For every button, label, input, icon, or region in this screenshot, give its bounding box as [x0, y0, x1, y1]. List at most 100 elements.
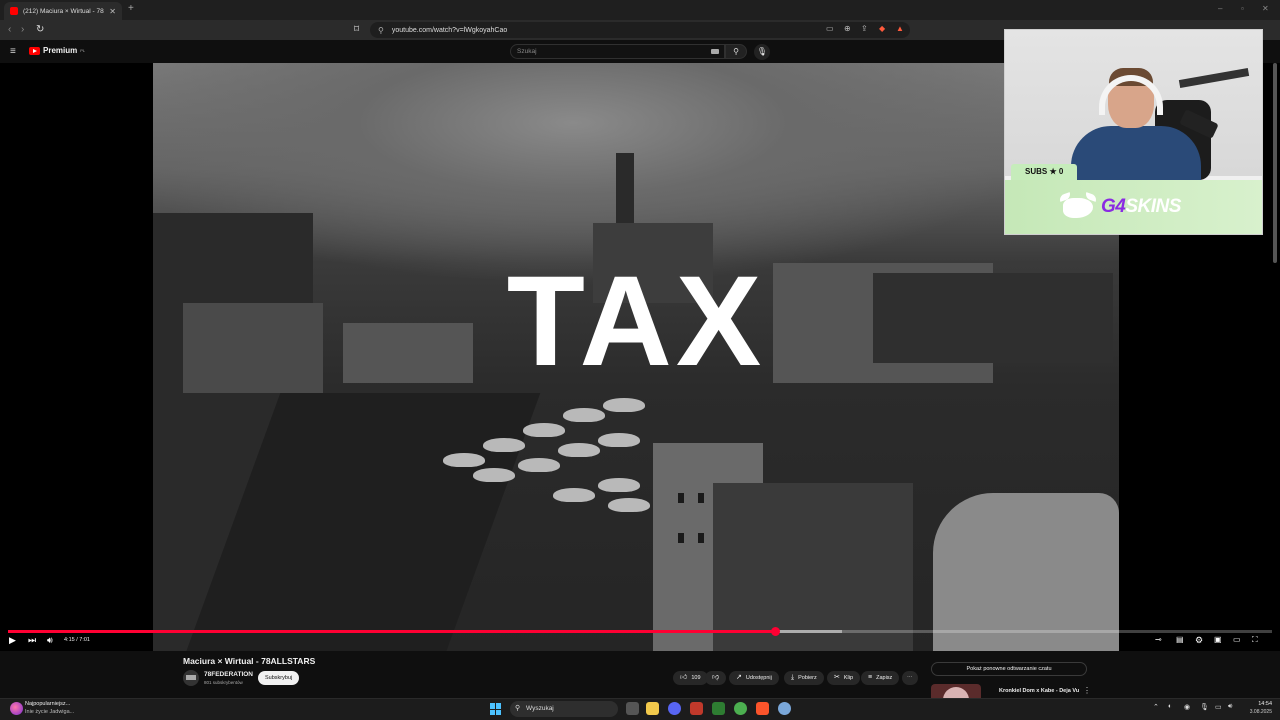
dislike-button[interactable]: 👎︎ — [705, 671, 727, 685]
menu-icon[interactable]: ≡ — [10, 46, 16, 57]
taskbar-search[interactable]: ⚲ Wyszukaj — [510, 701, 618, 717]
fullscreen-icon[interactable]: ⛶ — [1252, 635, 1258, 645]
search-icon: ⚲ — [733, 47, 739, 56]
stream-overlay: SUBS ★ 0 G4SKINS — [1004, 29, 1263, 235]
download-button[interactable]: ⤓ Pobierz — [784, 671, 824, 685]
new-tab-icon[interactable]: + — [128, 3, 134, 14]
share-label: Udostępnij — [745, 675, 772, 681]
forward-icon[interactable]: › — [21, 24, 24, 35]
page-scrollbar[interactable] — [1273, 63, 1277, 263]
keyboard-icon[interactable] — [711, 49, 719, 54]
more-actions-button[interactable]: ⋯ — [902, 671, 918, 685]
search-button[interactable]: ⚲ — [725, 44, 747, 59]
widget-headline[interactable]: Najpopularniejsz... — [25, 701, 70, 707]
brave-browser-icon[interactable] — [756, 702, 769, 715]
app-icon[interactable] — [734, 702, 747, 715]
next-icon[interactable]: ⏭ — [28, 635, 36, 646]
clip-label: Klip — [843, 675, 854, 681]
miniplayer-icon[interactable]: ▣ — [1214, 635, 1222, 644]
share-button[interactable]: ↗ Udostępnij — [729, 671, 779, 685]
zoom-icon[interactable]: ⊕ — [844, 24, 851, 33]
like-count: 109 — [691, 675, 701, 681]
tray-app-icon[interactable]: ◐ — [1168, 703, 1172, 710]
autoplay-toggle-icon[interactable]: ⊸ — [1155, 635, 1162, 644]
video-overlay-title: TAX — [506, 250, 766, 393]
youtube-logo-icon — [29, 46, 40, 55]
volume-icon[interactable]: 🔊︎ — [47, 635, 53, 646]
search-icon: ⚲ — [515, 705, 521, 712]
subscribe-button[interactable]: Subskrybuj — [258, 671, 300, 685]
theater-mode-icon[interactable]: ▭ — [1233, 635, 1241, 644]
video-title: Maciura × Wirtual - 78ALLSTARS — [183, 656, 316, 666]
tray-overflow-icon[interactable]: ⌃ — [1153, 703, 1159, 711]
taskbar-date[interactable]: 3.08.2025 — [1240, 709, 1272, 715]
umbrella — [523, 423, 565, 437]
window — [678, 533, 684, 543]
bookmark-icon[interactable]: ⌑ — [354, 24, 359, 35]
channel-avatar[interactable] — [183, 670, 199, 686]
site-info-icon[interactable]: ⚲ — [378, 26, 384, 35]
umbrella — [563, 408, 605, 422]
save-label: Zapisz — [876, 675, 893, 681]
thumbs-up-icon: 👍︎ — [680, 674, 688, 681]
umbrella — [598, 478, 640, 492]
download-label: Pobierz — [798, 675, 817, 681]
excel-icon[interactable] — [712, 702, 725, 715]
discord-icon[interactable] — [668, 702, 681, 715]
steam-icon[interactable]: ◉ — [1184, 703, 1190, 711]
microphone-icon: 🎙︎ — [756, 47, 768, 56]
umbrella — [483, 438, 525, 452]
file-explorer-icon[interactable] — [646, 702, 659, 715]
recommended-thumbnail[interactable] — [931, 684, 981, 698]
close-window-icon[interactable]: ✕ — [1262, 4, 1269, 13]
reload-icon[interactable]: ↻ — [36, 24, 44, 35]
search-input[interactable]: Szukaj — [510, 44, 725, 59]
close-tab-icon[interactable]: ✕ — [109, 7, 116, 16]
maximize-icon[interactable]: ▫ — [1241, 4, 1244, 13]
umbrella — [518, 458, 560, 472]
back-icon[interactable]: ‹ — [8, 24, 11, 35]
minimize-icon[interactable]: – — [1218, 4, 1222, 13]
task-view-icon[interactable] — [626, 702, 639, 715]
cast-icon[interactable]: ▭ — [826, 24, 834, 33]
clip-button[interactable]: ✂ Klip — [827, 671, 861, 685]
rewards-icon[interactable]: ▲ — [896, 24, 904, 33]
more-horizontal-icon: ⋯ — [907, 675, 913, 681]
share-icon[interactable]: ⇪ — [861, 24, 868, 33]
app-icon[interactable] — [690, 702, 703, 715]
network-icon[interactable]: ▭ — [1215, 703, 1222, 711]
settings-gear-icon[interactable]: ⚙ — [1195, 635, 1203, 646]
show-chat-replay-button[interactable]: Pokaż ponowne odtwarzanie czatu — [931, 662, 1087, 676]
news-widget-icon[interactable] — [10, 702, 23, 715]
save-button[interactable]: ≡ Zapisz — [861, 671, 900, 685]
youtube-premium-logo[interactable]: Premium PL — [29, 46, 85, 55]
streamer-body — [1071, 126, 1201, 186]
widget-subline[interactable]: Inie życie Jadwiga... — [25, 709, 74, 715]
settings-icon[interactable] — [778, 702, 791, 715]
windows-start-icon[interactable] — [490, 703, 502, 715]
like-button[interactable]: 👍︎ 109 — [673, 671, 708, 685]
video-metadata: Maciura × Wirtual - 78ALLSTARS 78FEDERAT… — [0, 651, 1280, 698]
brave-shields-icon[interactable]: ◆ — [879, 24, 885, 33]
play-icon[interactable]: ▶ — [9, 635, 16, 646]
channel-subscriber-count: 801 subskrybentów — [204, 680, 243, 685]
browser-tab-bar: (212) Maciura × Wirtual - 78ALLSTARS ✕ +… — [0, 0, 1280, 20]
tab-title: (212) Maciura × Wirtual - 78ALLSTARS — [23, 7, 104, 15]
taskbar-time[interactable]: 14:54 — [1244, 701, 1272, 707]
umbrella — [608, 498, 650, 512]
sponsor-name: G4SKINS — [1101, 196, 1181, 217]
subtitles-icon[interactable]: ▤ — [1176, 635, 1184, 644]
speaker-icon[interactable]: 🔊︎ — [1228, 703, 1232, 711]
umbrella — [443, 453, 485, 467]
window — [698, 493, 704, 503]
more-vertical-icon[interactable]: ⋮ — [1083, 686, 1091, 695]
video-frame[interactable]: TAX — [153, 63, 1119, 651]
url-text: youtube.com/watch?v=lWgkoyahCao — [391, 26, 508, 34]
voice-search-button[interactable]: 🎙︎ — [754, 44, 770, 60]
mic-tray-icon[interactable]: 🎙︎ — [1200, 703, 1209, 711]
recommended-title[interactable]: Kronkiel Dom x Kabe - Deja Vu — [999, 688, 1079, 694]
seek-bar[interactable] — [8, 627, 1272, 636]
mic-arm — [1178, 67, 1250, 89]
browser-tab[interactable]: (212) Maciura × Wirtual - 78ALLSTARS ✕ — [4, 2, 122, 20]
channel-name[interactable]: 78FEDERATION — [204, 671, 253, 678]
